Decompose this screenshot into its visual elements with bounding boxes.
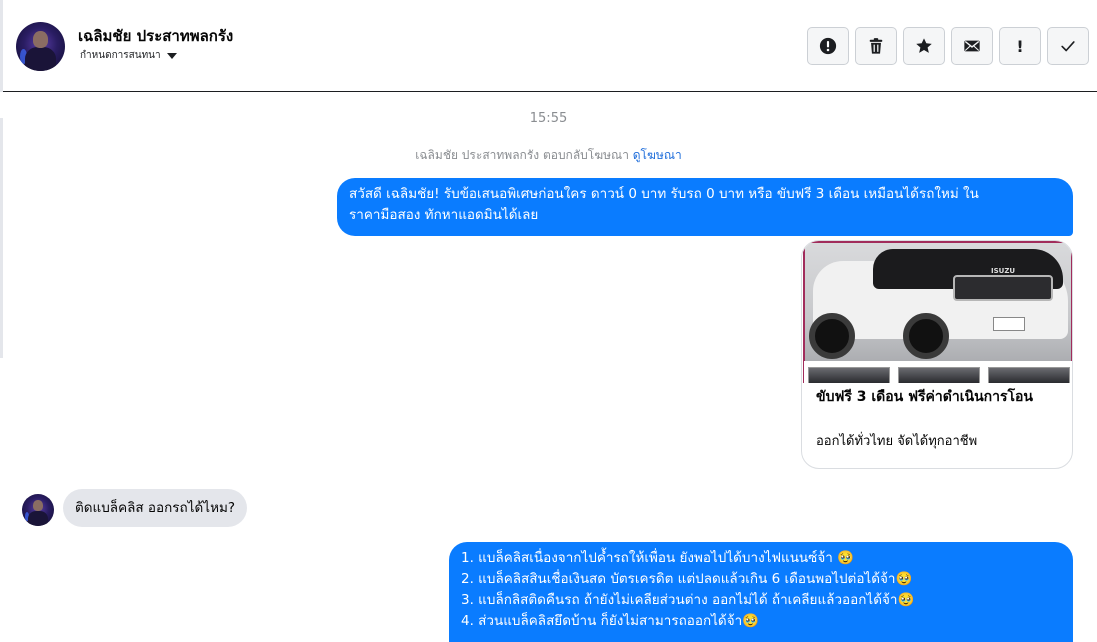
- conversation-toolbar: !: [807, 27, 1089, 65]
- report-button[interactable]: [807, 27, 849, 65]
- message-line: 3. แบล็กลิสติดคืนรถ ถ้ายังไม่เคลียส่วนต่…: [461, 592, 915, 608]
- outgoing-message-bubble[interactable]: สวัสดี เฉลิมชัย! รับข้อเสนอพิเศษก่อนใคร …: [337, 178, 1073, 236]
- message-line: สวัสดี เฉลิมชัย! รับข้อเสนอพิเศษก่อนใคร …: [349, 186, 979, 202]
- ad-image[interactable]: ISUZU: [803, 241, 1072, 383]
- ad-thumbnail-strip: [804, 361, 1072, 383]
- ad-thumbnail: [808, 367, 890, 383]
- message-line: 4. ส่วนแบล็คลิสยึดบ้าน ก็ยังไม่สามารถออก…: [461, 613, 759, 629]
- message-line: 1. แบล็คลิสเนื่องจากไปค้ำรถให้เพื่อน ยัง…: [461, 550, 854, 566]
- exclamation-circle-icon: [819, 37, 837, 55]
- done-button[interactable]: [1047, 27, 1089, 65]
- ad-thumbnail: [988, 367, 1070, 383]
- message-line: ราคามือสอง ทักหาแอดมินได้เลย: [349, 207, 539, 223]
- important-button[interactable]: !: [999, 27, 1041, 65]
- star-icon: [916, 38, 932, 53]
- ad-description: ออกได้ทั่วไทย จัดได้ทุกอาชีพ: [816, 434, 978, 449]
- ad-title: ขับฟรี 3 เดือน ฟรีค่าดำเนินการโอน: [816, 389, 1033, 405]
- sender-avatar[interactable]: [22, 494, 54, 526]
- star-button[interactable]: [903, 27, 945, 65]
- incoming-message-bubble[interactable]: ติดแบล็คลิส ออกรถได้ไหม?: [63, 489, 248, 527]
- ad-thumbnail: [898, 367, 980, 383]
- caret-down-icon: [166, 53, 177, 59]
- ad-reply-text: เฉลิมชัย ประสาทพลกรัง ตอบกลับโฆษณา: [415, 148, 629, 162]
- exclamation-icon: !: [1016, 36, 1024, 56]
- message-line: 2. แบล็คลิสสินเชื่อเงินสด บัตรเครดิต แต่…: [461, 571, 913, 587]
- mark-unread-button[interactable]: [951, 27, 993, 65]
- ad-card[interactable]: ISUZU ขับฟรี 3 เดือน ฟรีค่าดำเนินการโอน …: [801, 240, 1073, 469]
- checkmark-icon: [1061, 41, 1075, 52]
- conversation-dropdown-label: กำหนดการสนทนา: [80, 50, 161, 61]
- conversation-header: เฉลิมชัย ประสาทพลกรัง กำหนดการสนทนา !: [3, 0, 1097, 92]
- ad-reply-notice: เฉลิมชัย ประสาทพลกรัง ตอบกลับโฆษณา ดูโฆษ…: [0, 146, 1097, 165]
- envelope-icon: [964, 40, 980, 52]
- view-ad-link[interactable]: ดูโฆษณา: [633, 148, 682, 162]
- contact-name[interactable]: เฉลิมชัย ประสาทพลกรัง: [78, 24, 233, 48]
- outgoing-message-bubble[interactable]: 1. แบล็คลิสเนื่องจากไปค้ำรถให้เพื่อน ยัง…: [449, 542, 1073, 642]
- delete-button[interactable]: [855, 27, 897, 65]
- conversation-dropdown[interactable]: กำหนดการสนทนา: [80, 48, 177, 63]
- message-timestamp: 15:55: [529, 111, 568, 126]
- trash-icon: [869, 38, 883, 54]
- contact-avatar[interactable]: [16, 22, 65, 71]
